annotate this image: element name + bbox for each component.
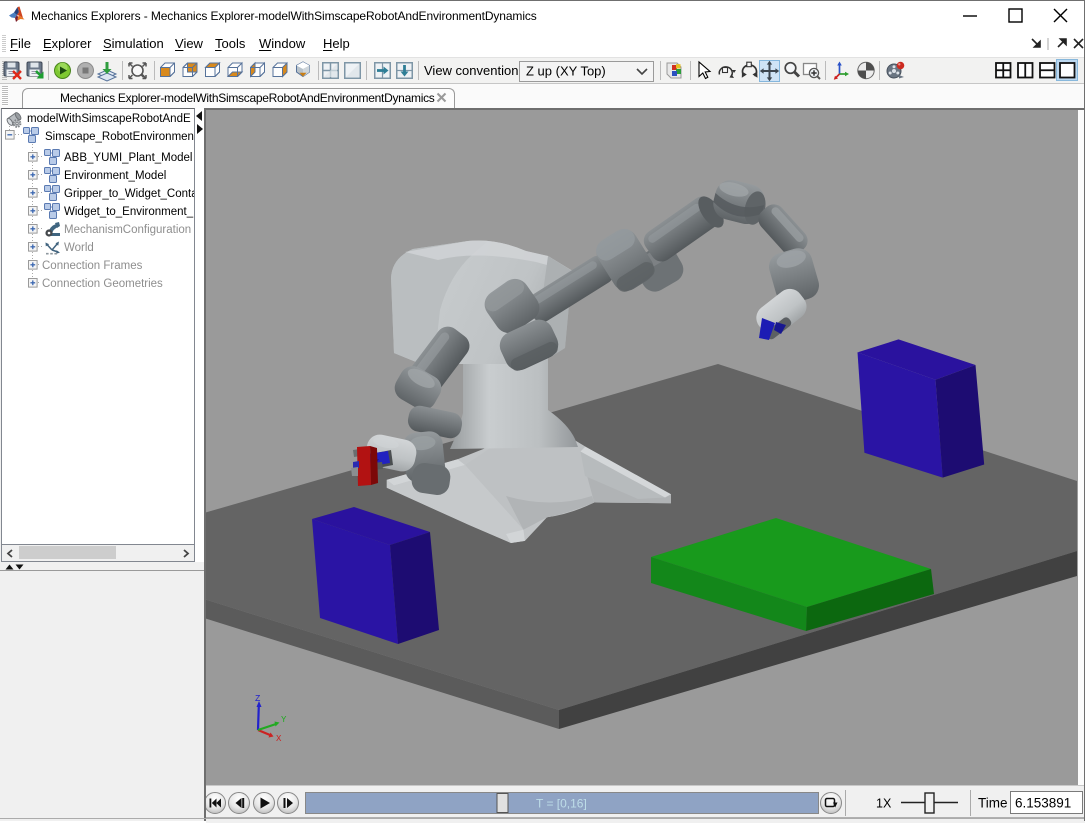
svg-text:Connection Frames: Connection Frames	[42, 260, 143, 272]
svg-text:Environment_Model: Environment_Model	[64, 170, 166, 182]
svg-text:View convention:: View convention:	[424, 63, 522, 78]
svg-text:1X: 1X	[876, 797, 892, 811]
svg-text:Connection Geometries: Connection Geometries	[42, 278, 163, 290]
svg-text:T = [0,16]: T = [0,16]	[536, 797, 587, 811]
svg-text:Z up (XY Top): Z up (XY Top)	[526, 64, 606, 79]
svg-text:Time: Time	[978, 796, 1008, 811]
svg-text:Y: Y	[281, 715, 287, 725]
svg-text:ABB_YUMI_Plant_Model: ABB_YUMI_Plant_Model	[64, 152, 192, 164]
svg-text:Simscape_RobotEnvironmen: Simscape_RobotEnvironmen	[45, 131, 194, 143]
svg-text:modelWithSimscapeRobotAndE: modelWithSimscapeRobotAndE	[27, 113, 191, 125]
svg-text:Widget_to_Environment_: Widget_to_Environment_	[64, 206, 194, 218]
svg-text:World: World	[64, 242, 94, 254]
svg-text:Gripper_to_Widget_Conta: Gripper_to_Widget_Conta	[64, 188, 194, 200]
svg-text:Z: Z	[255, 694, 261, 704]
svg-text:X: X	[276, 734, 282, 744]
svg-text:6.153891: 6.153891	[1015, 796, 1071, 811]
svg-text:MechanismConfiguration: MechanismConfiguration	[64, 224, 191, 236]
